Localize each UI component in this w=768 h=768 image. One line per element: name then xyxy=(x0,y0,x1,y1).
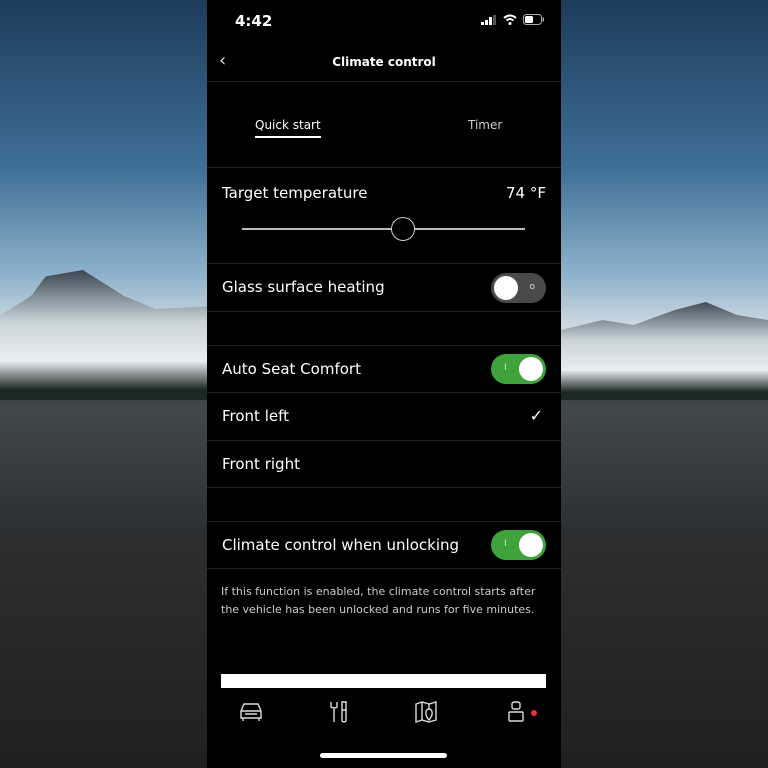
glass-surface-heating-row: Glass surface heating o xyxy=(207,264,561,312)
seat-front-right[interactable]: Front right xyxy=(207,441,561,488)
tab-bar: Quick start Timer xyxy=(207,82,561,168)
auto-seat-comfort-toggle[interactable]: I xyxy=(491,354,546,384)
seat-label: Front left xyxy=(222,407,290,425)
checkmark-icon: ✓ xyxy=(529,406,543,425)
seat-label: Front right xyxy=(222,455,300,473)
section-spacer xyxy=(207,488,561,522)
target-temperature-row: Target temperature 74 °F xyxy=(207,168,561,264)
notification-badge xyxy=(531,710,537,716)
target-temperature-value: 74 °F xyxy=(506,184,546,202)
tab-timer[interactable]: Timer xyxy=(468,118,502,132)
page-title: Climate control xyxy=(332,55,436,69)
section-spacer xyxy=(207,312,561,346)
bottom-nav xyxy=(207,688,561,738)
nav-bar: ‹ Climate control xyxy=(207,44,561,82)
car-icon[interactable] xyxy=(238,700,264,722)
climate-unlocking-toggle[interactable]: I xyxy=(491,530,546,560)
phone-screen: 4:42 ‹ Climate control Quick start Timer… xyxy=(207,0,561,768)
slider-thumb[interactable] xyxy=(391,217,416,241)
action-bar[interactable] xyxy=(221,674,546,688)
target-temperature-label: Target temperature xyxy=(222,184,368,202)
tab-quick-start[interactable]: Quick start xyxy=(255,118,321,138)
temperature-slider[interactable] xyxy=(242,217,525,241)
background-mountains-right xyxy=(561,302,768,400)
seat-front-left[interactable]: Front left ✓ xyxy=(207,393,561,441)
glass-surface-heating-toggle[interactable]: o xyxy=(491,273,546,303)
auto-seat-comfort-row: Auto Seat Comfort I xyxy=(207,346,561,393)
signal-icon xyxy=(481,14,496,25)
glass-surface-heating-label: Glass surface heating xyxy=(222,278,385,296)
status-time: 4:42 xyxy=(235,12,273,30)
battery-icon xyxy=(523,14,544,25)
profile-icon[interactable] xyxy=(507,700,525,724)
home-indicator[interactable] xyxy=(320,753,447,758)
status-icons xyxy=(481,14,545,25)
background-mountains-left xyxy=(0,270,207,400)
tools-icon[interactable] xyxy=(327,700,351,724)
climate-unlocking-label: Climate control when unlocking xyxy=(222,536,460,554)
climate-unlocking-row: Climate control when unlocking I xyxy=(207,522,561,569)
auto-seat-comfort-label: Auto Seat Comfort xyxy=(222,360,361,378)
wifi-icon xyxy=(503,14,517,25)
map-icon[interactable] xyxy=(414,700,440,724)
climate-unlocking-description: If this function is enabled, the climate… xyxy=(221,585,536,616)
